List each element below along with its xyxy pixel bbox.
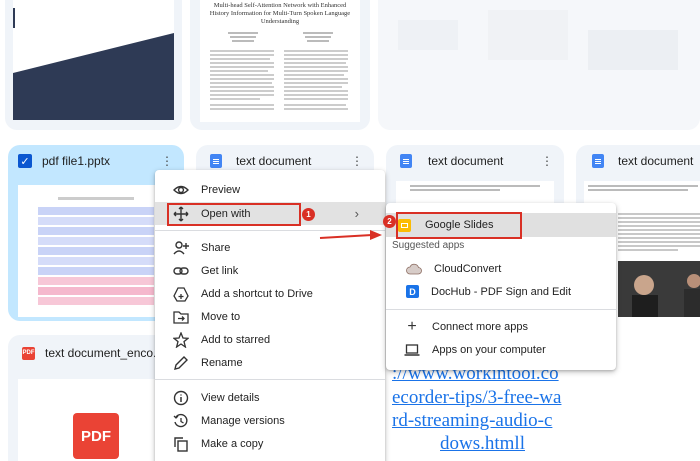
file-name: text document <box>618 154 694 168</box>
annotation-box-open-with <box>167 203 301 226</box>
link-icon <box>173 263 189 279</box>
submenu-item-connect-more-apps[interactable]: + Connect more apps <box>386 315 616 338</box>
docs-icon <box>400 154 412 168</box>
menu-label: Add to starred <box>201 333 271 346</box>
folder-move-icon <box>173 309 189 325</box>
drive-shortcut-icon <box>173 286 189 302</box>
docs-icon <box>210 154 222 168</box>
pencil-icon <box>173 355 189 371</box>
menu-label: Share <box>201 241 231 254</box>
menu-item-manage-versions[interactable]: Manage versions <box>155 409 385 432</box>
file-name: pdf file1.pptx <box>42 154 111 168</box>
card-header: text document <box>576 145 700 177</box>
paper-body-lines <box>210 32 348 110</box>
submenu-divider <box>386 309 616 310</box>
paper-title: Multi-head Self-Attention Network with E… <box>209 2 351 25</box>
blurred-thumbnail <box>398 10 678 70</box>
paper-thumbnail: Multi-head Self-Attention Network with E… <box>200 0 360 122</box>
file-card-top-3-blurred <box>378 0 700 130</box>
pdf-icon: PDF <box>22 346 35 360</box>
star-icon <box>173 331 189 348</box>
thumbnail <box>13 0 174 120</box>
menu-item-add-starred[interactable]: Add to starred <box>155 328 385 351</box>
submenu-item-apps-on-computer[interactable]: Apps on your computer <box>386 338 616 361</box>
link-line-3[interactable]: rd-streaming-audio-c <box>392 410 552 432</box>
copy-icon <box>173 436 189 452</box>
card-header: text document ⋮ <box>386 145 564 177</box>
menu-item-preview[interactable]: Preview <box>155 178 385 201</box>
menu-item-move-to[interactable]: Move to <box>155 305 385 328</box>
menu-label: Preview <box>201 183 241 196</box>
submenu-section-header: Suggested apps <box>392 240 465 251</box>
cloudconvert-icon <box>406 261 422 277</box>
menu-item-make-copy[interactable]: Make a copy <box>155 432 385 455</box>
submenu-item-cloudconvert[interactable]: CloudConvert <box>386 257 616 280</box>
more-vert-icon[interactable]: ⋮ <box>540 154 554 168</box>
info-icon <box>173 390 189 406</box>
menu-label: Rename <box>201 356 243 369</box>
file-name: text document <box>428 154 504 168</box>
link-line-2[interactable]: ecorder-tips/3-free-wa <box>392 387 561 409</box>
menu-label: Get link <box>201 264 239 277</box>
history-icon <box>173 413 189 429</box>
pdf-logo: PDF <box>73 413 119 459</box>
docs-icon <box>592 154 604 168</box>
submenu-item-dochub[interactable]: D DocHub - PDF Sign and Edit <box>386 280 616 303</box>
checkbox-checked-icon[interactable]: ✓ <box>18 154 32 168</box>
menu-label: Apps on your computer <box>432 343 546 356</box>
laptop-icon <box>404 342 420 358</box>
menu-label: View details <box>201 391 260 404</box>
annotation-box-google-slides <box>396 212 522 239</box>
menu-label: Connect more apps <box>432 320 528 333</box>
slide-content <box>38 197 154 305</box>
person-add-icon <box>173 240 189 256</box>
menu-label: Add a shortcut to Drive <box>201 287 313 300</box>
slide-graphic <box>13 8 174 120</box>
file-name: text document <box>236 154 312 168</box>
chevron-right-icon: › <box>354 206 359 221</box>
menu-label: Manage versions <box>201 414 285 427</box>
menu-item-view-details[interactable]: View details <box>155 386 385 409</box>
annotation-badge-1: 1 <box>302 208 315 221</box>
annotation-badge-2: 2 <box>383 215 396 228</box>
annotation-arrow <box>319 230 382 240</box>
menu-item-rename[interactable]: Rename <box>155 351 385 374</box>
pdf-thumbnail: PDF <box>18 379 174 461</box>
link-line-4[interactable]: dows.htmll <box>440 433 525 455</box>
menu-label: DocHub - PDF Sign and Edit <box>431 285 572 298</box>
more-vert-icon[interactable]: ⋮ <box>350 154 364 168</box>
menu-label: CloudConvert <box>434 262 502 275</box>
menu-item-get-link[interactable]: Get link <box>155 259 385 282</box>
menu-label: Make a copy <box>201 437 264 450</box>
file-card-top-2[interactable]: Multi-head Self-Attention Network with E… <box>190 0 370 130</box>
dochub-icon: D <box>406 285 419 298</box>
menu-divider <box>155 379 385 380</box>
more-vert-icon[interactable]: ⋮ <box>160 154 174 168</box>
menu-label: Move to <box>201 310 241 323</box>
eye-icon <box>173 182 189 198</box>
file-card-top-1[interactable] <box>5 0 182 130</box>
menu-item-add-shortcut[interactable]: Add a shortcut to Drive <box>155 282 385 305</box>
slide-thumbnail <box>18 185 174 317</box>
plus-icon: + <box>407 317 417 335</box>
